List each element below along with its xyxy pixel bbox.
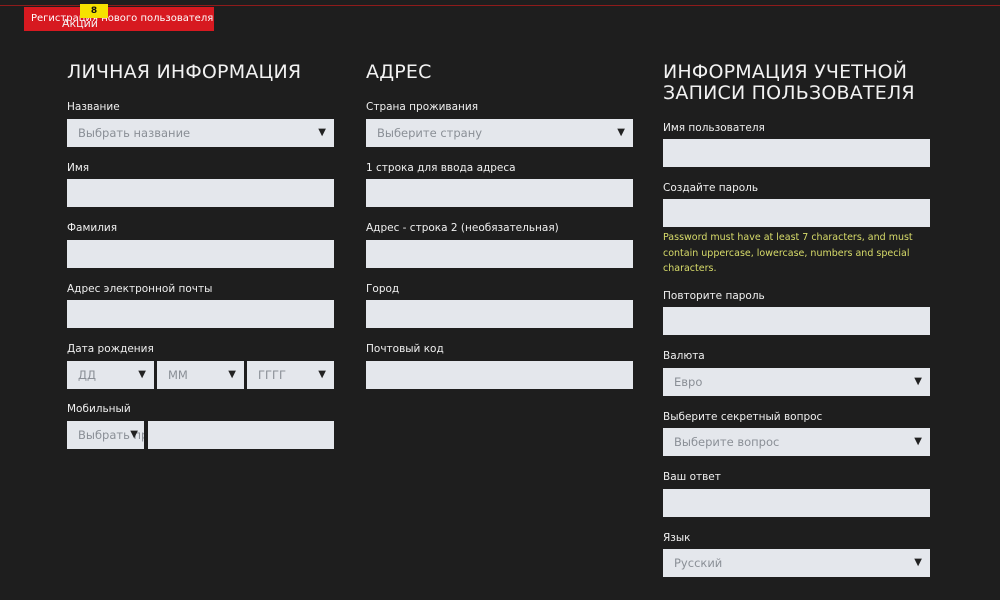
last-name-label: Фамилия	[67, 222, 118, 234]
email-label: Адрес электронной почты	[67, 283, 213, 295]
account-info-heading-line2: ЗАПИСИ ПОЛЬЗОВАТЕЛЯ	[663, 82, 915, 104]
dob-year-value: ГГГГ	[258, 368, 287, 382]
dob-label: Дата рождения	[67, 343, 154, 355]
password-hint: Password must have at least 7 characters…	[663, 230, 933, 277]
country-label: Страна проживания	[366, 101, 479, 113]
chevron-down-icon: ▼	[228, 369, 236, 380]
repeat-password-label: Повторите пароль	[663, 290, 765, 302]
username-input[interactable]	[663, 139, 930, 167]
city-input[interactable]	[366, 300, 633, 328]
password-hint-line2: contain uppercase, lowercase, numbers an…	[663, 247, 910, 259]
promotions-badge: 8	[80, 4, 108, 18]
currency-select-value: Евро	[674, 375, 703, 389]
dob-month-value: ММ	[168, 368, 188, 382]
country-select-value: Выберите страну	[377, 126, 483, 140]
chevron-down-icon: ▼	[130, 429, 138, 440]
answer-label: Ваш ответ	[663, 471, 721, 483]
dob-year-select[interactable]: ГГГГ ▼	[247, 361, 334, 389]
email-input[interactable]	[67, 300, 334, 328]
address-line1-input[interactable]	[366, 179, 633, 207]
chevron-down-icon: ▼	[617, 127, 625, 138]
mobile-number-input[interactable]	[148, 421, 334, 449]
title-select[interactable]: Выбрать название ▼	[67, 119, 334, 147]
dob-day-value: ДД	[78, 368, 96, 382]
registration-tab[interactable]: Регистрация нового пользователя	[24, 7, 214, 31]
address-heading: АДРЕС	[366, 61, 432, 83]
language-select[interactable]: Русский ▼	[663, 549, 930, 577]
mobile-code-select[interactable]: Выбрать пр ▼	[67, 421, 144, 449]
promotions-link[interactable]: Акции	[62, 17, 98, 30]
chevron-down-icon: ▼	[914, 376, 922, 387]
dob-month-select[interactable]: ММ ▼	[157, 361, 244, 389]
secret-question-value: Выберите вопрос	[674, 435, 780, 449]
repeat-password-input[interactable]	[663, 307, 930, 335]
first-name-label: Имя	[67, 162, 90, 174]
address-line2-label: Адрес - строка 2 (необязательная)	[366, 222, 559, 234]
country-select[interactable]: Выберите страну ▼	[366, 119, 633, 147]
title-select-value: Выбрать название	[78, 126, 191, 140]
chevron-down-icon: ▼	[914, 557, 922, 568]
address-line2-input[interactable]	[366, 240, 633, 268]
password-input[interactable]	[663, 199, 930, 227]
title-label: Название	[67, 101, 120, 113]
last-name-input[interactable]	[67, 240, 334, 268]
city-label: Город	[366, 283, 400, 295]
mobile-label: Мобильный	[67, 403, 131, 415]
account-info-heading-line1: ИНФОРМАЦИЯ УЧЕТНОЙ	[663, 61, 908, 83]
chevron-down-icon: ▼	[318, 369, 326, 380]
username-label: Имя пользователя	[663, 122, 765, 134]
password-hint-line1: Password must have at least 7 characters…	[663, 232, 913, 243]
answer-input[interactable]	[663, 489, 930, 517]
first-name-input[interactable]	[67, 179, 334, 207]
secret-question-select[interactable]: Выберите вопрос ▼	[663, 428, 930, 456]
currency-select[interactable]: Евро ▼	[663, 368, 930, 396]
chevron-down-icon: ▼	[318, 127, 326, 138]
password-label: Создайте пароль	[663, 182, 759, 194]
chevron-down-icon: ▼	[138, 369, 146, 380]
dob-day-select[interactable]: ДД ▼	[67, 361, 154, 389]
language-select-value: Русский	[674, 556, 723, 570]
currency-label: Валюта	[663, 350, 705, 362]
postcode-label: Почтовый код	[366, 343, 444, 355]
address-line1-label: 1 строка для ввода адреса	[366, 162, 516, 174]
language-label: Язык	[663, 532, 691, 544]
chevron-down-icon: ▼	[914, 436, 922, 447]
postcode-input[interactable]	[366, 361, 633, 389]
secret-question-label: Выберите секретный вопрос	[663, 411, 823, 423]
password-hint-line3: characters.	[663, 263, 717, 274]
top-border	[0, 0, 1000, 6]
personal-info-heading: ЛИЧНАЯ ИНФОРМАЦИЯ	[67, 61, 302, 83]
